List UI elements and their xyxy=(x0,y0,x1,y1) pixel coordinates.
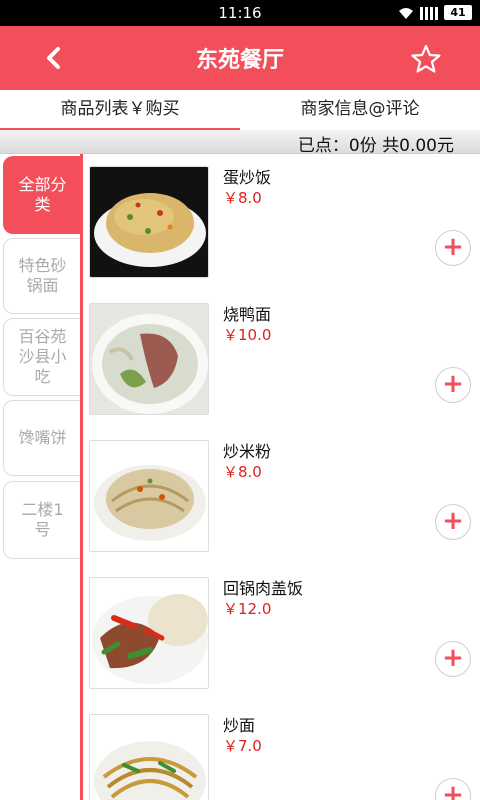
item-name: 回锅肉盖饭 xyxy=(223,579,304,598)
status-bar: 11:16 41 xyxy=(0,0,480,26)
food-image-fried-rice-noodles xyxy=(89,440,209,552)
category-sidebar: 全部分类 特色砂锅面 百谷苑沙县小吃 馋嘴饼 二楼1号 xyxy=(0,154,81,800)
signal-icon xyxy=(420,6,438,20)
item-price: ￥8.0 xyxy=(223,189,262,207)
item-price: ￥12.0 xyxy=(223,600,272,618)
star-outline-icon xyxy=(411,44,441,73)
item-price: ￥8.0 xyxy=(223,463,262,481)
product-list: 蛋炒饭 ￥8.0 + 烧鸭面 ￥10.0 + 炒米粉 ￥8.0 + 回锅肉盖饭 … xyxy=(83,154,480,800)
status-icons: 41 xyxy=(398,5,472,20)
list-item: 蛋炒饭 ￥8.0 + xyxy=(83,154,480,291)
category-casserole-noodles[interactable]: 特色砂锅面 xyxy=(3,238,81,314)
category-second-floor[interactable]: 二楼1号 xyxy=(3,481,81,559)
favorite-button[interactable] xyxy=(406,39,446,79)
list-item: 炒面 ￥7.0 + xyxy=(83,702,480,800)
item-name: 蛋炒饭 xyxy=(223,168,272,187)
food-image-duck-noodles xyxy=(89,303,209,415)
list-item: 回锅肉盖饭 ￥12.0 + xyxy=(83,565,480,702)
category-chanzui-bing[interactable]: 馋嘴饼 xyxy=(3,400,81,476)
item-price: ￥10.0 xyxy=(223,326,272,344)
battery-indicator: 41 xyxy=(444,5,472,20)
tab-products[interactable]: 商品列表￥购买 xyxy=(0,90,240,130)
tab-bar: 商品列表￥购买 商家信息@评论 xyxy=(0,90,480,130)
tab-merchant-info[interactable]: 商家信息@评论 xyxy=(240,90,480,130)
list-item: 炒米粉 ￥8.0 + xyxy=(83,428,480,565)
food-image-fried-rice xyxy=(89,166,209,278)
order-summary-text: 已点：0份 共0.00元 xyxy=(297,136,454,156)
app-header: 东苑餐厅 xyxy=(0,26,480,90)
wifi-icon xyxy=(399,7,413,19)
food-image-fried-noodles xyxy=(89,714,209,800)
add-to-cart-button[interactable]: + xyxy=(435,641,471,677)
category-all[interactable]: 全部分类 xyxy=(3,156,81,234)
add-to-cart-button[interactable]: + xyxy=(435,367,471,403)
add-to-cart-button[interactable]: + xyxy=(435,504,471,540)
item-name: 炒米粉 xyxy=(223,442,272,461)
item-name: 炒面 xyxy=(223,716,256,735)
food-image-twice-cooked-pork xyxy=(89,577,209,689)
item-name: 烧鸭面 xyxy=(223,305,272,324)
item-price: ￥7.0 xyxy=(223,737,262,755)
category-shaxian-snacks[interactable]: 百谷苑沙县小吃 xyxy=(3,318,81,396)
add-to-cart-button[interactable]: + xyxy=(435,230,471,266)
list-item: 烧鸭面 ￥10.0 + xyxy=(83,291,480,428)
order-summary-bar: 已点：0份 共0.00元 xyxy=(0,130,480,156)
add-to-cart-button[interactable]: + xyxy=(435,778,471,800)
